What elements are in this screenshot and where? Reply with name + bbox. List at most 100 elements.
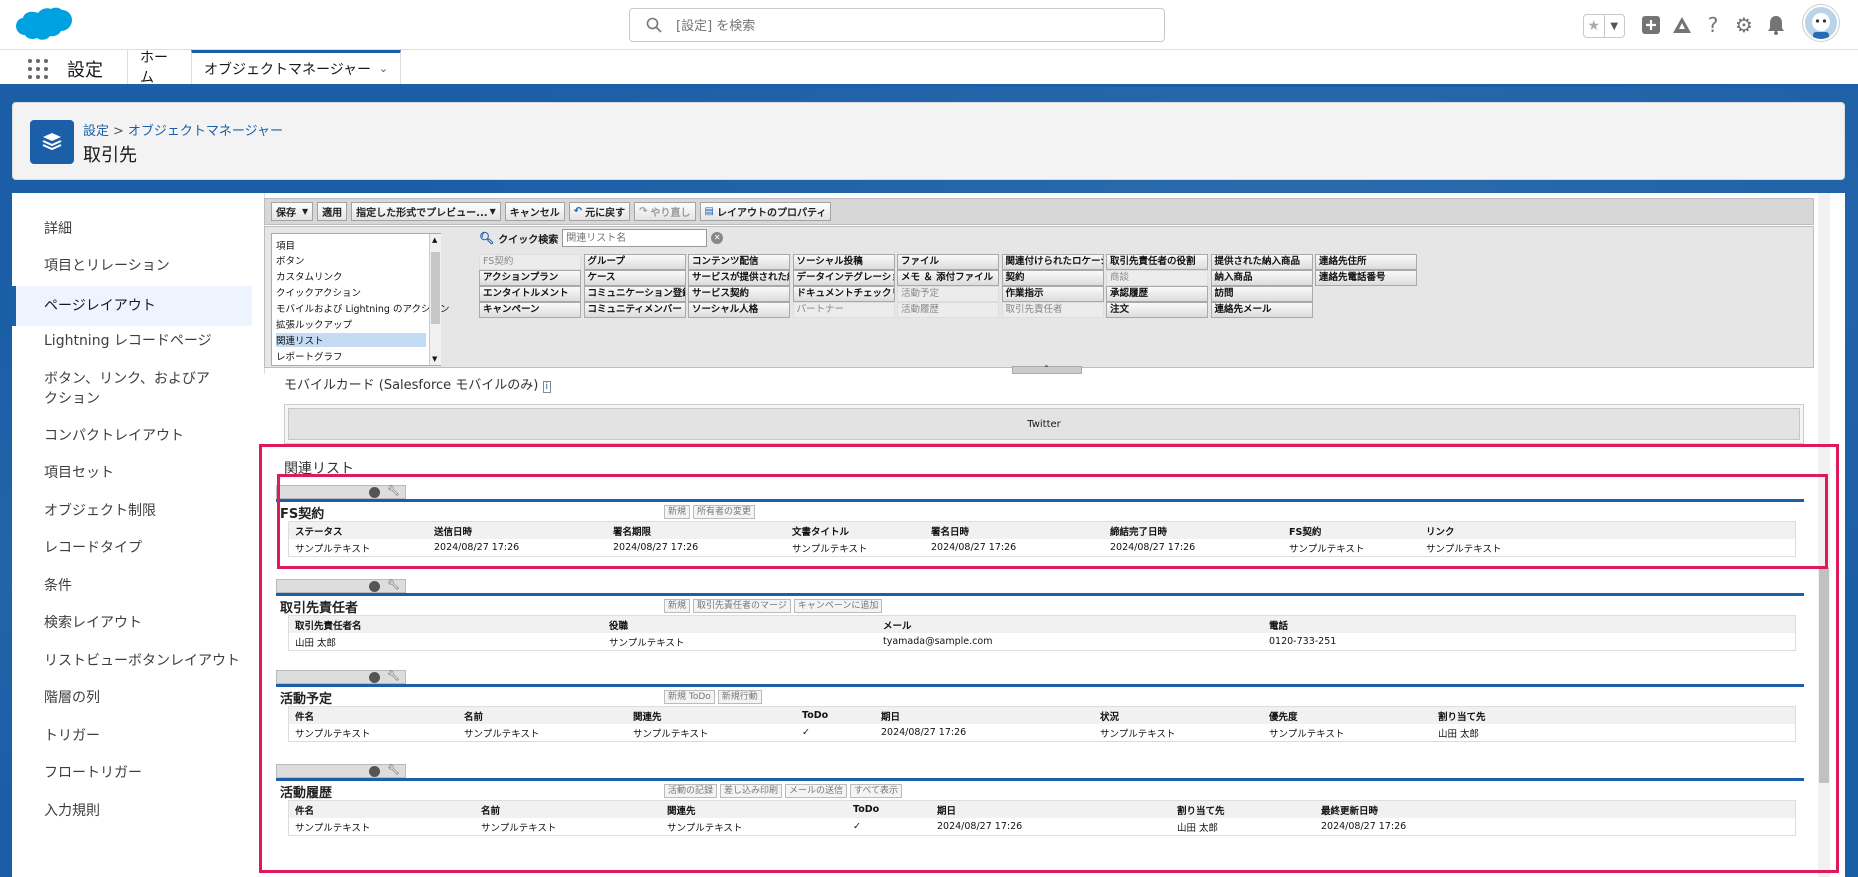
palette-item[interactable]: 契約 <box>1001 270 1104 286</box>
palette-item[interactable]: サービスが提供された納入 <box>688 270 790 286</box>
global-search[interactable] <box>629 8 1165 42</box>
twitter-card[interactable]: Twitter <box>288 408 1800 440</box>
preview-as-button[interactable]: 指定した形式でプレビュー... ▼ <box>351 202 501 221</box>
undo-button[interactable]: ↶ 元に戻す <box>568 202 631 221</box>
palette-item[interactable]: サービス契約 <box>688 286 790 302</box>
sidebar-item-object-limits[interactable]: オブジェクト制限 <box>12 501 252 521</box>
palette-item[interactable]: ケース <box>583 270 686 286</box>
palette-item[interactable]: コミュニケーション登録の同意 <box>583 286 686 302</box>
sidebar-item-field-sets[interactable]: 項目セット <box>12 463 252 483</box>
gear-icon[interactable]: ⚙ <box>1731 12 1757 38</box>
sidebar-item-lightning-pages[interactable]: Lightning レコードページ <box>12 331 252 351</box>
palette-category-list[interactable]: 項目 ボタン カスタムリンク クイックアクション モバイルおよび Lightni… <box>271 233 450 366</box>
chevron-up-icon[interactable]: ⌃ <box>1043 364 1050 373</box>
avatar-icon[interactable] <box>1803 5 1839 41</box>
app-launcher-icon[interactable] <box>28 59 48 79</box>
redo-button[interactable]: ↷ やり直し <box>634 202 696 221</box>
palette-item[interactable]: 注文 <box>1106 302 1208 318</box>
palette-collapse-handle[interactable]: ⌃ <box>1012 364 1082 374</box>
palette-item[interactable]: メモ ＆ 添付ファイル <box>897 270 999 286</box>
palette-item[interactable]: キャンペーン <box>479 302 581 318</box>
category-custom-links[interactable]: カスタムリンク <box>276 269 426 283</box>
palette-item[interactable]: 商談 <box>1106 270 1208 286</box>
search-input[interactable] <box>676 15 1136 37</box>
sidebar-item-search-layouts[interactable]: 検索レイアウト <box>12 613 252 633</box>
highlight-fs-contract <box>277 474 1828 569</box>
palette-item[interactable]: 承認履歴 <box>1106 286 1208 302</box>
tab-home[interactable]: ホーム <box>127 50 191 86</box>
sidebar-item-page-layouts[interactable]: ページレイアウト <box>12 286 252 326</box>
palette-item[interactable]: ファイル <box>897 254 999 270</box>
trailhead-icon[interactable] <box>1669 12 1695 38</box>
palette-item[interactable]: グループ <box>583 254 686 270</box>
category-scroll-thumb[interactable] <box>431 252 440 324</box>
info-icon[interactable]: i <box>542 381 552 393</box>
favorites-control[interactable]: ★ ▼ <box>1583 14 1625 38</box>
mobile-cards-section-title: モバイルカード (Salesforce モバイルのみ) i <box>284 374 552 393</box>
breadcrumb-object-manager[interactable]: オブジェクトマネージャー <box>128 124 283 139</box>
palette-item[interactable]: 納入商品 <box>1210 270 1313 286</box>
sidebar-item-flow-triggers[interactable]: フロートリガー <box>12 763 252 783</box>
palette-item[interactable]: エンタイトルメント <box>479 286 581 302</box>
chevron-down-icon[interactable]: ▼ <box>1603 15 1625 37</box>
palette-item[interactable]: コミュニティメンバー <box>583 302 686 318</box>
category-scrollbar[interactable]: ▲ ▼ <box>429 234 441 365</box>
category-related-lists[interactable]: 関連リスト <box>276 333 426 347</box>
category-report-charts[interactable]: レポートグラフ <box>276 349 426 363</box>
palette-item[interactable]: ソーシャル投稿 <box>792 254 895 270</box>
palette-item[interactable]: 連絡先メール <box>1210 302 1313 318</box>
palette-item[interactable]: パートナー <box>792 302 895 318</box>
breadcrumb-setup[interactable]: 設定 <box>83 124 109 139</box>
palette-item[interactable]: 活動予定 <box>897 286 999 302</box>
apply-button[interactable]: 適用 <box>317 202 348 221</box>
sidebar-item-validation-rules[interactable]: 入力規則 <box>12 801 252 821</box>
layout-properties-button[interactable]: ▤ レイアウトのプロパティ <box>699 202 832 221</box>
chevron-down-icon[interactable]: ▼ <box>490 207 496 216</box>
sidebar-item-list-view-buttons[interactable]: リストビューボタンレイアウト <box>12 651 252 671</box>
palette-item[interactable]: 取引先責任者の役割 <box>1106 254 1208 270</box>
palette-item[interactable]: 提供された納入商品 <box>1210 254 1313 270</box>
sidebar-item-record-types[interactable]: レコードタイプ <box>12 538 252 558</box>
bell-icon[interactable] <box>1763 12 1789 38</box>
category-fields[interactable]: 項目 <box>276 238 426 252</box>
chevron-down-icon[interactable]: ⌄ <box>379 62 388 75</box>
sidebar-item-hierarchy-columns[interactable]: 階層の列 <box>12 688 252 708</box>
star-icon[interactable]: ★ <box>1584 15 1604 37</box>
layout-properties-label: レイアウトのプロパティ <box>716 208 827 219</box>
salesforce-logo[interactable] <box>14 7 74 45</box>
scroll-down-icon[interactable]: ▼ <box>432 355 437 363</box>
sidebar-item-buttons-links[interactable]: ボタン、リンク、およびアクション <box>12 369 222 409</box>
plus-icon[interactable] <box>1638 12 1664 38</box>
category-expanded-lookups[interactable]: 拡張ルックアップ <box>276 317 426 331</box>
sidebar-item-triggers[interactable]: トリガー <box>12 726 252 746</box>
cancel-button[interactable]: キャンセル <box>504 202 565 221</box>
palette-item[interactable]: 連絡先電話番号 <box>1315 270 1417 286</box>
sidebar-item-details[interactable]: 詳細 <box>12 219 252 239</box>
palette-item[interactable]: 取引先責任者 <box>1001 302 1104 318</box>
quick-find-input[interactable] <box>562 229 708 247</box>
palette-item[interactable]: ドキュメントチェックリスト項目 <box>792 286 895 302</box>
palette-item[interactable]: 活動履歴 <box>897 302 999 318</box>
palette-item[interactable]: アクションプラン <box>479 270 581 286</box>
sidebar-item-fields[interactable]: 項目とリレーション <box>12 256 252 276</box>
category-mobile-actions[interactable]: モバイルおよび Lightning のアクション <box>276 301 450 315</box>
palette-item[interactable]: 作業指示 <box>1001 286 1104 302</box>
palette-item[interactable]: 連絡先住所 <box>1315 254 1417 270</box>
scroll-up-icon[interactable]: ▲ <box>432 236 437 244</box>
chevron-down-icon[interactable]: ▼ <box>302 207 308 216</box>
sidebar-item-compact-layouts[interactable]: コンパクトレイアウト <box>12 426 252 446</box>
tab-object-manager[interactable]: オブジェクトマネージャー ⌄ <box>191 50 401 84</box>
palette-item[interactable]: FS契約 <box>479 254 581 270</box>
sidebar-item-conditions[interactable]: 条件 <box>12 576 252 596</box>
category-quick-actions[interactable]: クイックアクション <box>276 285 426 299</box>
palette-item[interactable]: ソーシャル人格 <box>688 302 790 318</box>
save-button[interactable]: 保存 ▼ <box>271 202 314 221</box>
palette-item[interactable]: データインテグレーションルール <box>792 270 895 286</box>
app-name: 設定 <box>67 60 103 81</box>
help-icon[interactable]: ? <box>1700 12 1726 38</box>
palette-item[interactable]: コンテンツ配信 <box>688 254 790 270</box>
clear-icon[interactable]: ✕ <box>711 232 724 244</box>
palette-item[interactable]: 関連付けられたロケーション <box>1001 254 1104 270</box>
palette-item[interactable]: 訪問 <box>1210 286 1313 302</box>
category-buttons[interactable]: ボタン <box>276 253 426 267</box>
